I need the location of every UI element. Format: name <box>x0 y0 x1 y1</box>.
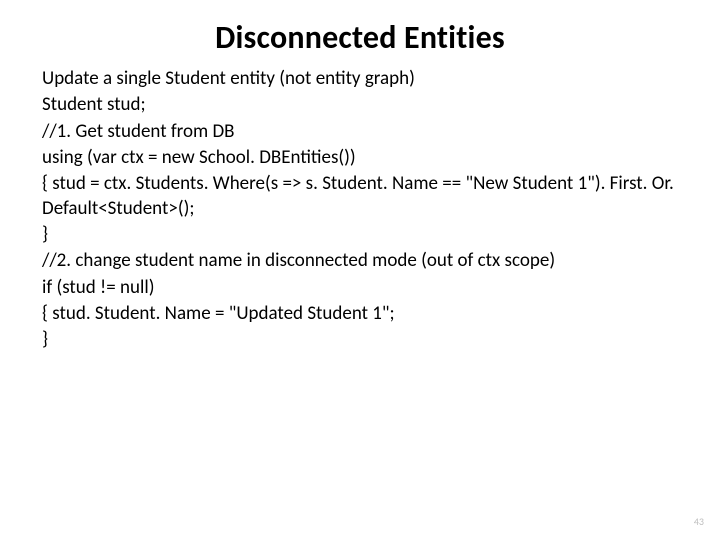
code-line: using (var ctx = new School. DBEntities(… <box>42 146 678 170</box>
code-line: //1. Get student from DB <box>42 120 678 144</box>
page-number: 43 <box>694 515 704 528</box>
code-line: Student stud; <box>42 93 678 117</box>
code-line: { stud = ctx. Students. Where(s => s. St… <box>42 172 678 221</box>
code-line: } <box>42 223 678 247</box>
slide-title: Disconnected Entities <box>0 0 720 67</box>
slide-body: Update a single Student entity (not enti… <box>0 67 720 352</box>
code-line: } <box>42 328 678 352</box>
code-line: { stud. Student. Name = "Updated Student… <box>42 302 678 326</box>
code-line: //2. change student name in disconnected… <box>42 249 678 273</box>
code-line: if (stud != null) <box>42 276 678 300</box>
slide: Disconnected Entities Update a single St… <box>0 0 720 540</box>
code-line: Update a single Student entity (not enti… <box>42 67 678 91</box>
